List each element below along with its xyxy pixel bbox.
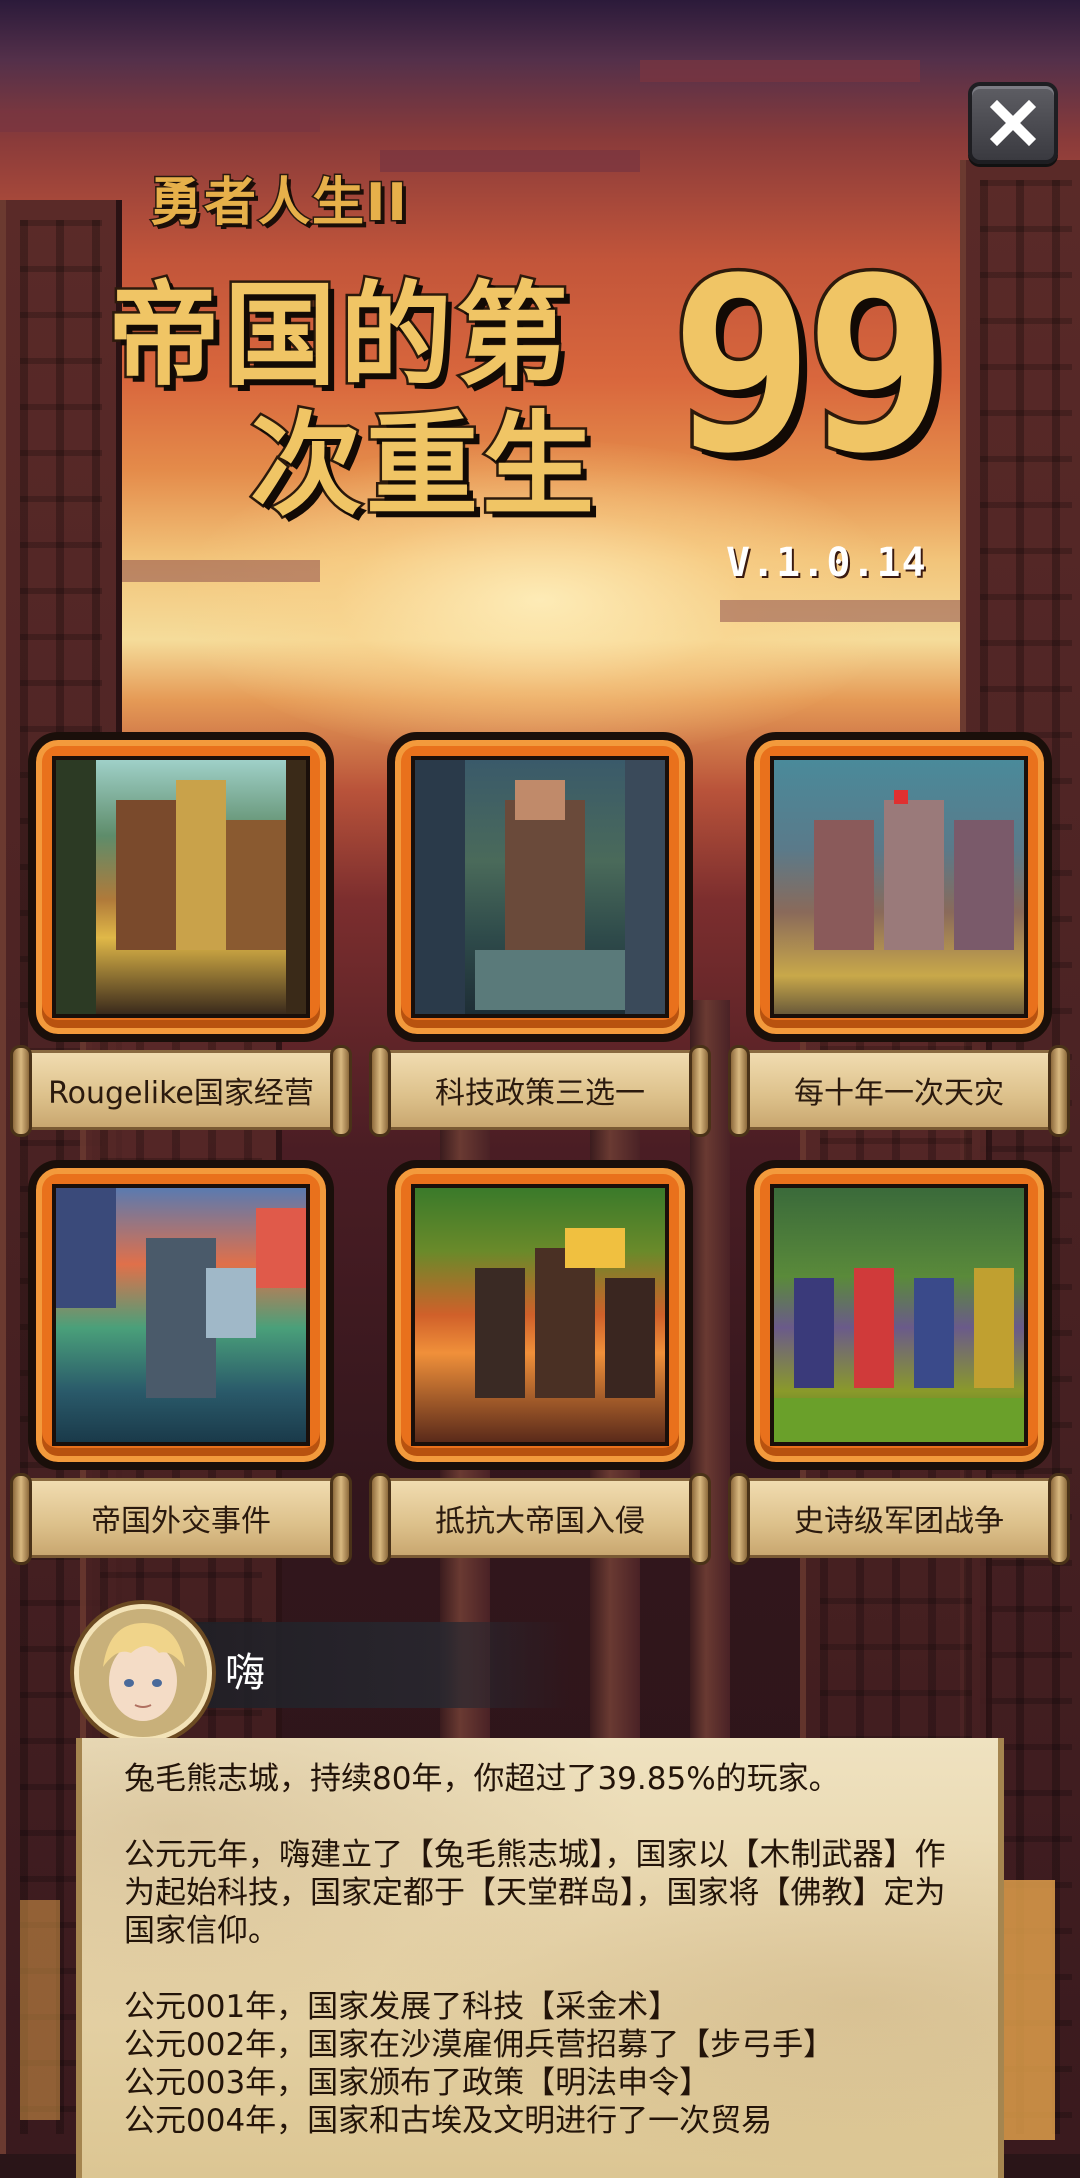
close-icon — [989, 99, 1037, 147]
army-march-image — [770, 1184, 1028, 1446]
feature-image-frame[interactable] — [387, 732, 693, 1042]
feature-label: Rougelike国家经营 — [10, 1045, 352, 1137]
medieval-town-image — [52, 756, 310, 1018]
feature-image-frame[interactable] — [387, 1160, 693, 1470]
feature-image-frame[interactable] — [746, 732, 1052, 1042]
feature-card-roguelike[interactable]: Rougelike国家经营 — [10, 732, 352, 1152]
feature-card-legion-war[interactable]: 史诗级军团战争 — [728, 1160, 1070, 1580]
knight-statue-image — [411, 756, 669, 1018]
title-number: 99 — [667, 225, 953, 505]
log-entry: 公元003年，国家颁布了政策【明法申令】 — [124, 2065, 711, 2101]
armored-knight-image — [52, 1184, 310, 1446]
feature-card-invasion[interactable]: 抵抗大帝国入侵 — [369, 1160, 711, 1580]
feature-image-frame[interactable] — [746, 1160, 1052, 1470]
feature-card-disaster[interactable]: 每十年一次天灾 — [728, 732, 1070, 1152]
title-line-2: 次重生 — [248, 399, 598, 534]
log-spacer — [124, 1798, 962, 1836]
log-summary: 兔毛熊志城，持续80年，你超过了39.85%的玩家。 — [124, 1761, 840, 1797]
log-spacer — [124, 1950, 962, 1988]
burning-battle-image — [411, 1184, 669, 1446]
feature-card-diplomacy[interactable]: 帝国外交事件 — [10, 1160, 352, 1580]
game-subtitle: 勇者人生II — [149, 172, 409, 235]
cloud — [0, 110, 320, 132]
charging-soldiers-image — [770, 756, 1028, 1018]
feature-card-tech-policy[interactable]: 科技政策三选一 — [369, 732, 711, 1152]
feature-label: 帝国外交事件 — [10, 1473, 352, 1565]
history-log-panel[interactable]: 兔毛熊志城，持续80年，你超过了39.85%的玩家。 公元元年，嗨建立了【兔毛熊… — [76, 1738, 1004, 2178]
log-intro: 公元元年，嗨建立了【兔毛熊志城】，国家以【木制武器】作为起始科技，国家定都于【天… — [124, 1837, 946, 1949]
speaker-name: 嗨 — [225, 1650, 265, 1696]
feature-label: 每十年一次天灾 — [728, 1045, 1070, 1137]
feature-image-frame[interactable] — [28, 732, 334, 1042]
window-light — [995, 1880, 1055, 2140]
log-entry: 公元001年，国家发展了科技【采金术】 — [124, 1989, 680, 2025]
speaker-name-bar — [150, 1622, 570, 1708]
feature-image-frame[interactable] — [28, 1160, 334, 1470]
version-label: V.1.0.14 — [726, 540, 927, 586]
blond-hero-avatar — [74, 1604, 212, 1742]
feature-label: 史诗级军团战争 — [728, 1473, 1070, 1565]
window-light — [20, 1900, 60, 2120]
feature-label: 科技政策三选一 — [369, 1045, 711, 1137]
game-title: 勇者人生II 帝国的第 次重生 99 V.1.0.14 — [0, 150, 1080, 590]
cloud — [640, 60, 920, 82]
log-entry: 公元004年，国家和古埃及文明进行了一次贸易 — [124, 2103, 773, 2139]
cloud — [720, 600, 960, 622]
log-entry: 公元002年，国家在沙漠雇佣兵营招募了【步弓手】 — [124, 2027, 835, 2063]
feature-label: 抵抗大帝国入侵 — [369, 1473, 711, 1565]
